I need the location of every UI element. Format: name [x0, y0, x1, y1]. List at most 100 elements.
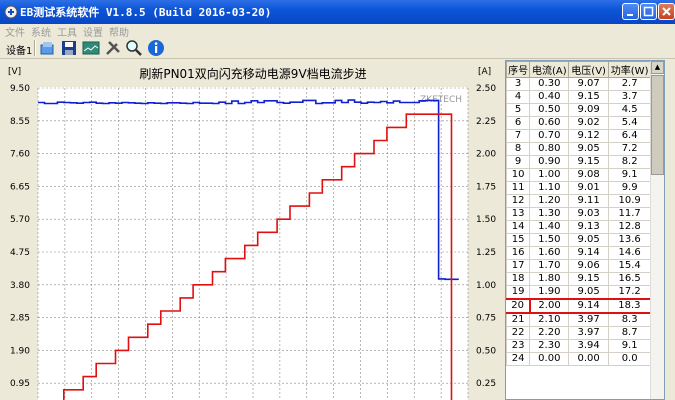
table-cell: 19 [506, 285, 531, 300]
table-row[interactable]: 24 0.00 0.00 0.0 [506, 352, 652, 366]
chart-panel: [V] [A] 刷新PN01双向闪充移动电源9V档电流步进 ZKETECH 9.… [0, 60, 503, 400]
table-cell: 0.80 [529, 142, 570, 156]
table-cell: 9.09 [568, 103, 609, 117]
scroll-thumb[interactable] [651, 75, 664, 175]
left-tick-label: 0.95 [10, 379, 30, 389]
table-cell: 13.6 [607, 233, 652, 247]
table-row[interactable]: 14 1.40 9.13 12.8 [506, 220, 652, 234]
table-row[interactable]: 17 1.70 9.06 15.4 [506, 259, 652, 273]
table-cell: 18 [506, 272, 531, 286]
menu-tools[interactable]: 工具 [57, 24, 77, 39]
table-cell: 9.05 [568, 233, 609, 247]
left-tick-label: 5.70 [10, 215, 30, 225]
right-tick-label: 1.75 [476, 182, 496, 192]
left-tick-label: 7.60 [10, 150, 30, 160]
table-row[interactable]: 18 1.80 9.15 16.5 [506, 272, 652, 286]
right-axis-unit: [A] [478, 67, 491, 77]
table-cell: 15 [506, 233, 531, 247]
table-cell: 1.00 [529, 168, 570, 182]
table-cell: 5 [506, 103, 531, 117]
table-row[interactable]: 7 0.70 9.12 6.4 [506, 129, 652, 143]
search-icon[interactable] [125, 39, 143, 57]
table-cell: 9.1 [607, 339, 652, 353]
table-row[interactable]: 13 1.30 9.03 11.7 [506, 207, 652, 221]
table-row[interactable]: 21 2.10 3.97 8.3 [506, 312, 652, 327]
table-cell: 1.30 [529, 207, 570, 221]
table-row[interactable]: 3 0.30 9.07 2.7 [506, 77, 652, 91]
app-icon [4, 5, 18, 19]
close-icon [662, 7, 671, 16]
table-cell: 7.2 [607, 142, 652, 156]
table-cell: 22 [506, 326, 531, 340]
table-row[interactable]: 11 1.10 9.01 9.9 [506, 181, 652, 195]
table-row[interactable]: 10 1.00 9.08 9.1 [506, 168, 652, 182]
table-cell: 16 [506, 246, 531, 260]
table-cell: 9 [506, 155, 531, 169]
table-row[interactable]: 9 0.90 9.15 8.2 [506, 155, 652, 169]
table-row[interactable]: 12 1.20 9.11 10.9 [506, 194, 652, 208]
right-tick-label: 2.50 [476, 84, 496, 94]
table-row[interactable]: 19 1.90 9.05 17.2 [506, 285, 652, 300]
table-cell: 9.9 [607, 181, 652, 195]
table-row[interactable]: 16 1.60 9.14 14.6 [506, 246, 652, 260]
chart-title: 刷新PN01双向闪充移动电源9V档电流步进 [139, 66, 366, 81]
right-axis-ticks: 2.50 2.25 2.00 1.75 1.50 1.25 1.00 0.75 0.50 0.25 [476, 84, 496, 389]
table-cell: 8 [506, 142, 531, 156]
table-scrollbar[interactable]: ▲ [650, 61, 664, 399]
table-cell: 1.10 [529, 181, 570, 195]
left-tick-label: 2.85 [10, 314, 30, 324]
table-cell: 3.94 [568, 339, 609, 353]
table-cell: 1.90 [529, 285, 570, 300]
menu-file[interactable]: 文件 [5, 24, 25, 39]
maximize-icon [643, 6, 654, 17]
open-file-icon[interactable] [39, 39, 57, 57]
menu-help[interactable]: 帮助 [109, 24, 129, 39]
table-cell: 9.1 [607, 168, 652, 182]
menu-settings[interactable]: 设置 [83, 24, 103, 39]
table-cell: 8.2 [607, 155, 652, 169]
table-row[interactable]: 5 0.50 9.09 4.5 [506, 103, 652, 117]
table-cell: 9.15 [568, 90, 609, 104]
table-row[interactable]: 8 0.80 9.05 7.2 [506, 142, 652, 156]
table-cell: 14 [506, 220, 531, 234]
chart-image-icon[interactable] [82, 39, 100, 57]
info-icon[interactable] [147, 39, 165, 57]
right-tick-label: 0.25 [476, 379, 496, 389]
column-header[interactable]: 电压(V) [568, 61, 609, 78]
device-selector[interactable]: 设备1 [6, 42, 32, 57]
right-tick-label: 0.50 [476, 346, 496, 356]
menu-system[interactable]: 系统 [31, 24, 51, 39]
table-cell: 16.5 [607, 272, 652, 286]
table-cell: 8.7 [607, 326, 652, 340]
table-cell: 9.06 [568, 259, 609, 273]
table-cell: 1.60 [529, 246, 570, 260]
save-icon[interactable] [60, 39, 78, 57]
close-button[interactable] [658, 3, 675, 20]
table-cell: 2.30 [529, 339, 570, 353]
table-cell: 21 [506, 312, 531, 327]
column-header[interactable]: 序号 [506, 61, 531, 78]
column-header[interactable]: 功率(W) [607, 61, 652, 78]
minimize-button[interactable] [622, 3, 639, 20]
table-cell: 0.0 [607, 352, 652, 366]
table-cell: 17 [506, 259, 531, 273]
table-row[interactable]: 6 0.60 9.02 5.4 [506, 116, 652, 130]
tools-icon[interactable] [104, 39, 122, 57]
table-cell: 0.30 [529, 77, 570, 91]
table-row[interactable]: 15 1.50 9.05 13.6 [506, 233, 652, 247]
right-tick-label: 1.00 [476, 281, 496, 291]
table-cell: 6 [506, 116, 531, 130]
scroll-up-button[interactable]: ▲ [651, 61, 664, 74]
table-cell: 0.40 [529, 90, 570, 104]
table-row[interactable]: 20 2.00 9.14 18.3 [506, 298, 652, 314]
table-row[interactable]: 22 2.20 3.97 8.7 [506, 326, 652, 340]
table-cell: 9.02 [568, 116, 609, 130]
table-cell: 3.97 [568, 326, 609, 340]
left-tick-label: 1.90 [10, 346, 30, 356]
table-row[interactable]: 23 2.30 3.94 9.1 [506, 339, 652, 353]
table-cell: 4 [506, 90, 531, 104]
table-cell: 23 [506, 339, 531, 353]
maximize-button[interactable] [640, 3, 657, 20]
table-row[interactable]: 4 0.40 9.15 3.7 [506, 90, 652, 104]
column-header[interactable]: 电流(A) [529, 61, 570, 78]
